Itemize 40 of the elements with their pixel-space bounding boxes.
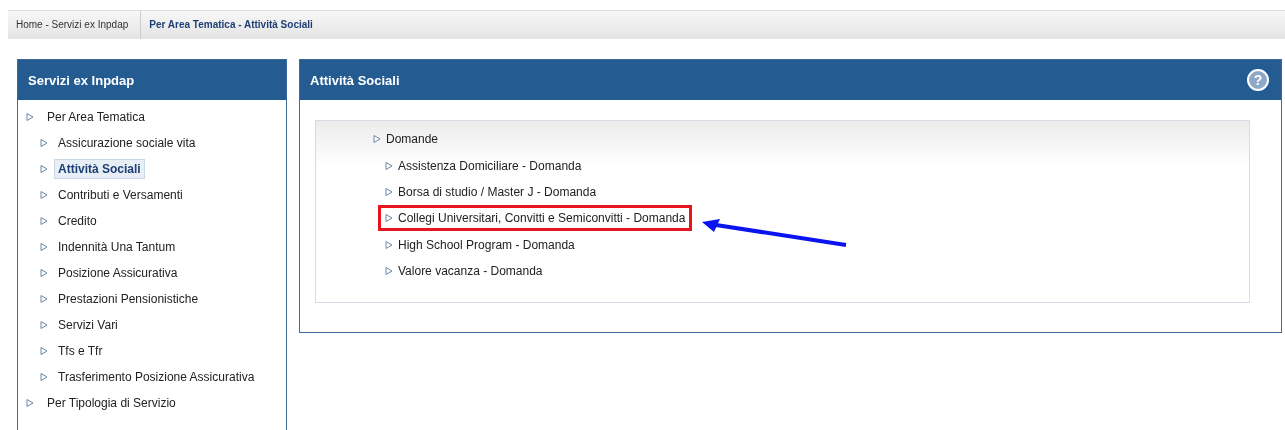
list-item[interactable]: Borsa di studio / Master J - Domanda (378, 178, 604, 205)
sidebar-item[interactable]: Tfs e Tfr (54, 341, 107, 361)
triangle-icon (40, 217, 48, 225)
triangle-icon (26, 113, 34, 121)
triangle-icon (40, 139, 48, 147)
sidebar-item[interactable]: Attività Sociali (54, 159, 145, 179)
triangle-icon (40, 191, 48, 199)
triangle-icon (385, 187, 393, 196)
sidebar-item[interactable]: Indennità Una Tantum (54, 237, 180, 257)
triangle-icon (385, 214, 393, 223)
sidebar-item[interactable]: Credito (54, 211, 101, 231)
sidebar-item[interactable]: Per Area Tematica (43, 107, 149, 127)
list-item[interactable]: High School Program - Domanda (378, 231, 582, 258)
triangle-icon (40, 373, 48, 381)
panel-title: Attività Sociali (310, 72, 400, 88)
triangle-icon (26, 399, 34, 407)
triangle-icon (40, 295, 48, 303)
triangle-icon (40, 269, 48, 277)
breadcrumb-link[interactable]: Per Area Tematica - Attività Sociali (141, 11, 325, 39)
list-item[interactable]: Valore vacanza - Domanda (378, 258, 550, 285)
list-item[interactable]: Assistenza Domiciliare - Domanda (378, 152, 589, 179)
triangle-icon (385, 267, 393, 276)
triangle-icon (40, 165, 48, 173)
triangle-icon (40, 321, 48, 329)
sidebar-item[interactable]: Per Tipologia di Servizio (43, 393, 180, 413)
triangle-icon (40, 347, 48, 355)
sidebar-item[interactable]: Servizi Vari (54, 315, 122, 335)
sidebar-title: Servizi ex Inpdap (18, 60, 286, 100)
list-item[interactable]: Domande (366, 126, 446, 153)
triangle-icon (385, 240, 393, 249)
sidebar-item[interactable]: Prestazioni Pensionistiche (54, 289, 203, 309)
triangle-icon (385, 161, 393, 170)
sidebar-item[interactable]: Posizione Assicurativa (54, 263, 182, 283)
sidebar-item[interactable]: Trasferimento Posizione Assicurativa (54, 367, 259, 387)
sidebar-item[interactable]: Assicurazione sociale vita (54, 133, 200, 153)
sidebar-item[interactable]: Contributi e Versamenti (54, 185, 187, 205)
triangle-icon (373, 135, 381, 144)
list-item[interactable]: Collegi Universitari, Convitti e Semiconvitti - Domanda (378, 205, 693, 232)
breadcrumb-link[interactable]: Home - Servizi ex Inpdap (8, 11, 142, 39)
triangle-icon (40, 243, 48, 251)
